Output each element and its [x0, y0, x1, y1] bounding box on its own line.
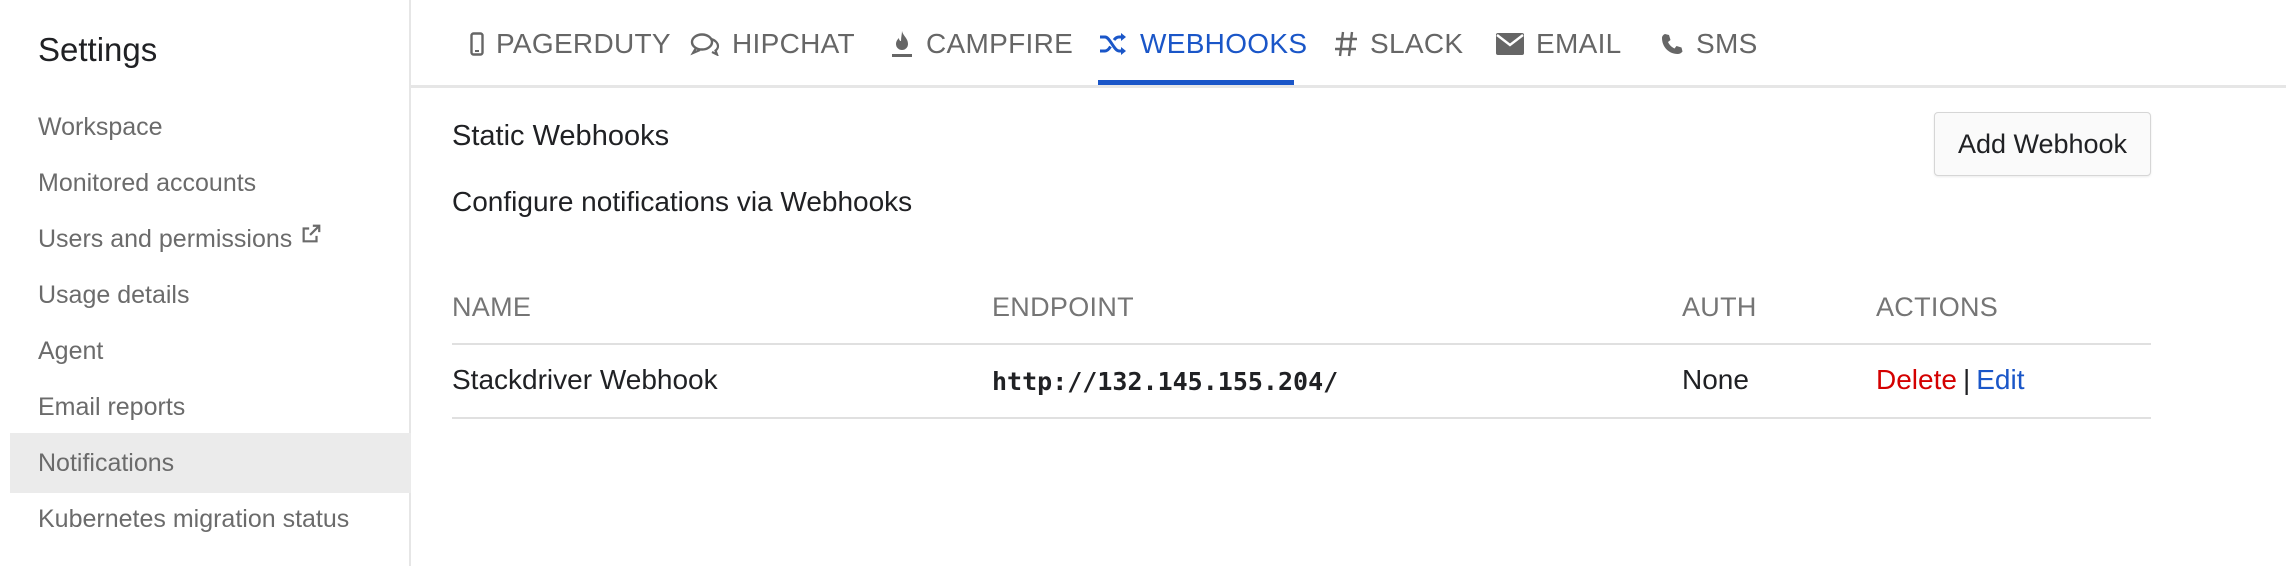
sidebar-item-agent[interactable]: Agent	[10, 321, 411, 381]
webhook-endpoint: http://132.145.155.204/	[992, 367, 1339, 396]
sidebar-item-label: Workspace	[38, 113, 163, 141]
webhook-auth: None	[1682, 364, 1749, 395]
header-divider	[452, 343, 2151, 345]
column-header-actions: ACTIONS	[1876, 292, 1999, 322]
sidebar-item-workspace[interactable]: Workspace	[10, 97, 411, 157]
tab-label: SMS	[1696, 28, 1758, 59]
tab-label: HIPCHAT	[732, 28, 855, 59]
section-description: Configure notifications via Webhooks	[452, 186, 913, 217]
sidebar-item-label: Kubernetes migration status	[38, 505, 350, 533]
sidebar-item-usage-details[interactable]: Usage details	[10, 265, 411, 325]
fire-icon	[890, 30, 914, 58]
tab-label: SLACK	[1370, 28, 1464, 59]
edit-link[interactable]: Edit	[1976, 364, 2024, 395]
active-tab-indicator	[1098, 80, 1294, 85]
chat-bubbles-icon	[690, 32, 720, 56]
webhook-name: Stackdriver Webhook	[452, 364, 718, 395]
sidebar-item-monitored-accounts[interactable]: Monitored accounts	[10, 153, 411, 213]
tab-label: CAMPFIRE	[926, 28, 1074, 59]
sidebar-item-users-and-permissions[interactable]: Users and permissions	[10, 209, 411, 269]
tab-label: WEBHOOKS	[1140, 28, 1308, 59]
sidebar-item-kubernetes-migration-status[interactable]: Kubernetes migration status	[10, 489, 411, 549]
tab-email[interactable]: EMAIL	[1496, 0, 1622, 88]
tab-label: PAGERDUTY	[496, 28, 671, 59]
tab-webhooks[interactable]: WEBHOOKS	[1098, 0, 1307, 88]
sidebar-item-label: Users and permissions	[38, 225, 293, 253]
sidebar-item-label: Monitored accounts	[38, 169, 257, 197]
column-header-name: NAME	[452, 292, 532, 322]
sidebar-item-label: Notifications	[38, 449, 175, 477]
actions-separator: |	[1962, 364, 1971, 395]
settings-app: Settings Workspace Monitored accounts Us…	[0, 0, 2286, 566]
hash-icon	[1334, 30, 1358, 58]
sidebar-item-label: Usage details	[38, 281, 190, 309]
section-title: Static Webhooks	[452, 120, 670, 152]
tab-campfire[interactable]: CAMPFIRE	[890, 0, 1073, 88]
external-link-icon	[300, 207, 322, 267]
row-divider	[452, 417, 2151, 419]
sidebar-item-label: Email reports	[38, 393, 186, 421]
envelope-icon	[1496, 33, 1524, 55]
tab-label: EMAIL	[1536, 28, 1622, 59]
tab-pagerduty[interactable]: PAGERDUTY	[470, 0, 671, 88]
tab-hipchat[interactable]: HIPCHAT	[690, 0, 855, 88]
sidebar-title: Settings	[38, 31, 158, 68]
row-actions: Delete | Edit	[1876, 364, 2024, 396]
column-header-auth: AUTH	[1682, 292, 1757, 322]
shuffle-icon	[1098, 32, 1128, 56]
tab-sms[interactable]: SMS	[1660, 0, 1758, 88]
column-header-endpoint: ENDPOINT	[992, 292, 1134, 322]
sidebar-item-notifications[interactable]: Notifications	[10, 433, 411, 493]
add-webhook-button[interactable]: Add Webhook	[1934, 112, 2151, 176]
tab-slack[interactable]: SLACK	[1334, 0, 1463, 88]
settings-sidebar: Settings Workspace Monitored accounts Us…	[0, 0, 411, 566]
delete-link[interactable]: Delete	[1876, 364, 1957, 395]
sidebar-item-label: Agent	[38, 337, 104, 365]
phone-icon	[1660, 32, 1684, 56]
mobile-phone-icon	[470, 32, 484, 56]
sidebar-item-email-reports[interactable]: Email reports	[10, 377, 411, 437]
